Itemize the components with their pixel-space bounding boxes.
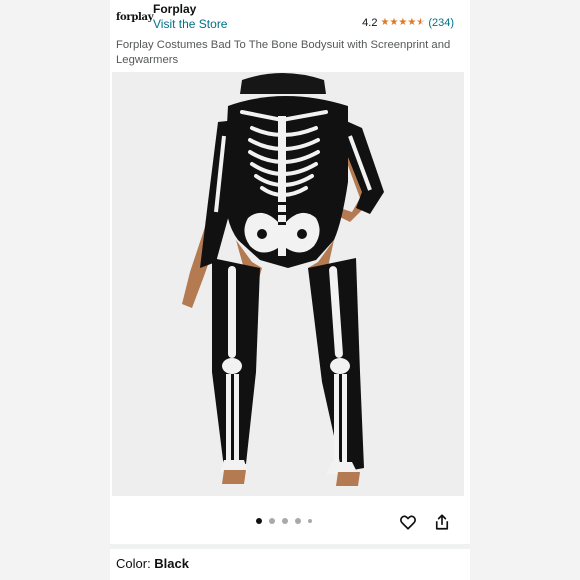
brand-header: forplay Forplay Visit the Store 4.2 ★ ★ … (110, 0, 470, 36)
rating-stars: ★ ★ ★ ★ ★ (380, 17, 425, 29)
brand-name: Forplay (153, 2, 197, 16)
carousel-dots[interactable] (256, 518, 312, 524)
color-label: Color: (116, 556, 155, 571)
star-half-icon: ★ (416, 17, 425, 29)
product-title: Forplay Costumes Bad To The Bone Bodysui… (116, 39, 451, 66)
carousel-dot[interactable] (269, 518, 275, 524)
star-full-icon: ★ (380, 17, 390, 28)
color-value: Black (154, 556, 189, 571)
color-selector[interactable]: Color: Black (116, 556, 189, 571)
section-divider (110, 544, 470, 549)
carousel-dot[interactable] (308, 519, 312, 523)
star-full-icon: ★ (389, 17, 399, 28)
gallery-controls (110, 500, 470, 544)
visit-store-link[interactable]: Visit the Store (153, 17, 227, 31)
star-full-icon: ★ (407, 17, 417, 28)
rating-value: 4.2 (362, 17, 378, 29)
carousel-dot[interactable] (295, 518, 301, 524)
product-image[interactable] (112, 72, 464, 496)
rating-summary[interactable]: 4.2 ★ ★ ★ ★ ★ (234) (362, 17, 454, 29)
rating-count[interactable]: (234) (428, 17, 454, 29)
carousel-dot[interactable] (282, 518, 288, 524)
brand-logo[interactable]: forplay (116, 8, 154, 28)
share-icon[interactable] (433, 513, 451, 531)
carousel-dot-active[interactable] (256, 518, 262, 524)
product-photo (112, 72, 464, 496)
product-page: forplay Forplay Visit the Store 4.2 ★ ★ … (110, 0, 470, 580)
star-full-icon: ★ (398, 17, 408, 28)
heart-icon[interactable] (399, 513, 417, 531)
